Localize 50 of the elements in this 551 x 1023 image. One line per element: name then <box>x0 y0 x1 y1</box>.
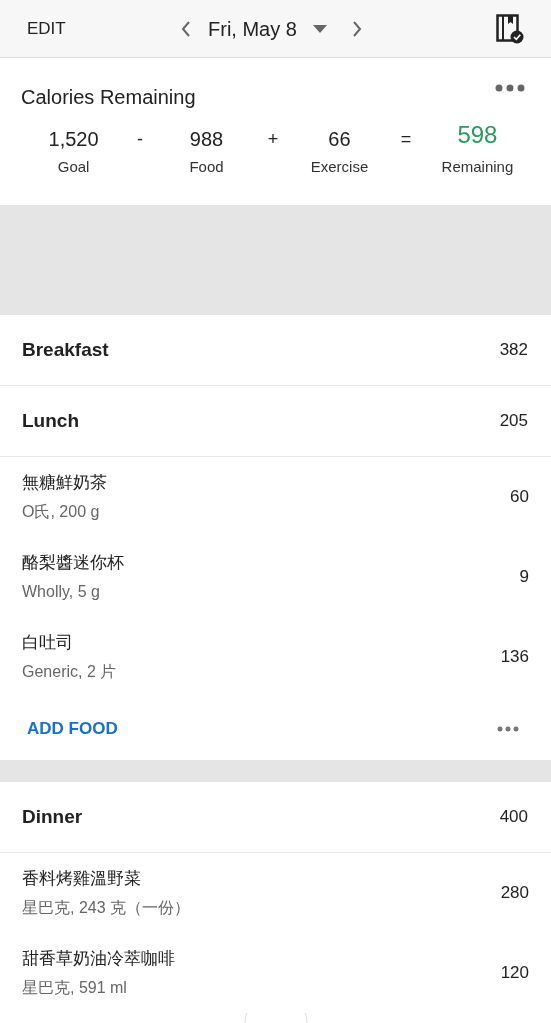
meal-header[interactable]: Lunch 205 <box>0 386 551 457</box>
term-label: Exercise <box>310 157 369 177</box>
more-icon[interactable] <box>495 84 525 92</box>
dropdown-caret-icon[interactable] <box>312 25 327 33</box>
meal-name: Breakfast <box>22 337 109 362</box>
food-row[interactable]: 香料烤雞溫野菜 星巴克, 243 克（一份） 280 <box>0 853 551 933</box>
food-row[interactable]: 酪梨醬迷你杯 Wholly, 5 g 9 <box>0 537 551 617</box>
meal-calories: 205 <box>499 410 528 433</box>
food-detail: Wholly, 5 g <box>22 581 101 602</box>
add-food-button[interactable]: ADD FOOD <box>27 715 118 742</box>
operator: + <box>267 128 279 151</box>
food-name: 酪梨醬迷你杯 <box>22 552 124 575</box>
food-detail: O氏, 200 g <box>22 501 101 522</box>
more-icon[interactable] <box>497 725 519 732</box>
meal-calories: 400 <box>499 806 528 829</box>
food-name: 香料烤雞溫野菜 <box>22 868 142 891</box>
term-label: Remaining <box>441 157 514 177</box>
food-name: 甜香草奶油冷萃咖啡 <box>22 948 175 971</box>
meal-name: Dinner <box>22 804 83 829</box>
food-row[interactable]: 白吐司 Generic, 2 片 136 <box>0 617 551 697</box>
term-label: Food <box>189 157 224 177</box>
date-label[interactable]: Fri, May 8 <box>208 14 297 44</box>
food-name: 無糖鮮奶茶 <box>22 472 107 495</box>
meal-calories: 382 <box>499 339 528 362</box>
food-calories: 280 <box>500 882 529 905</box>
food-calories: 60 <box>510 486 529 509</box>
operator: - <box>137 128 144 151</box>
card-title: Calories Remaining <box>21 85 196 110</box>
term-value: 988 <box>189 127 224 152</box>
term-label: Goal <box>57 157 90 177</box>
food-name: 白吐司 <box>22 632 74 655</box>
previous-icon[interactable] <box>180 19 192 39</box>
term-value: 66 <box>328 127 351 152</box>
meal-header[interactable]: Dinner 400 <box>0 782 551 853</box>
meal-header[interactable]: Breakfast 382 <box>0 315 551 386</box>
food-detail: 星巴克, 591 ml <box>22 977 128 998</box>
food-detail: Generic, 2 片 <box>22 661 117 682</box>
food-row[interactable]: 無糖鮮奶茶 O氏, 200 g 60 <box>0 457 551 537</box>
food-row[interactable]: 甜香草奶油冷萃咖啡 星巴克, 591 ml 120 <box>0 933 551 1013</box>
meal-name: Lunch <box>22 408 79 433</box>
checklist-book-icon[interactable] <box>496 13 524 44</box>
food-calories: 120 <box>500 962 529 985</box>
food-detail: 星巴克, 243 克（一份） <box>22 897 191 918</box>
food-calories: 9 <box>519 566 529 589</box>
food-calories: 136 <box>500 646 529 669</box>
term-value: 1,520 <box>48 127 99 152</box>
operator: = <box>400 128 412 151</box>
edit-button[interactable]: EDIT <box>27 15 66 42</box>
next-icon[interactable] <box>350 19 363 39</box>
remaining-value: 598 <box>457 120 498 150</box>
